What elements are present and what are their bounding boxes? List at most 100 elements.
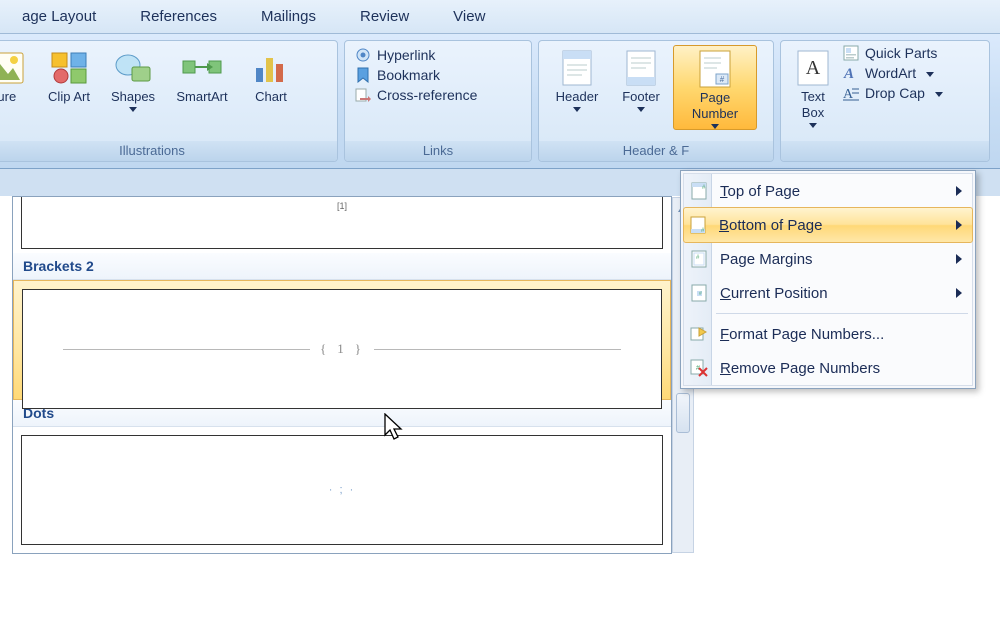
crossref-button[interactable]: Cross-reference <box>355 87 477 103</box>
remove-icon: # <box>689 358 709 378</box>
preview-brackets: {1} <box>310 341 374 357</box>
menu-top-of-page[interactable]: # Top of Page <box>684 174 972 208</box>
page-bottom-icon: # <box>688 215 708 235</box>
clipart-label: Clip Art <box>48 89 90 105</box>
picture-label: ture <box>0 89 16 105</box>
textbox-icon: A <box>797 47 829 89</box>
chart-label: Chart <box>255 89 287 105</box>
quickparts-label: Quick Parts <box>865 45 937 61</box>
submenu-arrow-icon <box>956 220 962 230</box>
textbox-button[interactable]: A Text Box <box>787 45 839 128</box>
gallery-tick: [1] <box>337 201 347 211</box>
group-links: Hyperlink Bookmark Cross-reference Links <box>344 40 532 162</box>
hyperlink-icon <box>355 47 371 63</box>
wordart-label: WordArt <box>865 65 916 81</box>
page-current-icon: # <box>689 283 709 303</box>
bookmark-icon <box>355 67 371 83</box>
bookmark-button[interactable]: Bookmark <box>355 67 477 83</box>
svg-text:A: A <box>806 57 821 79</box>
footer-button[interactable]: Footer <box>609 45 673 123</box>
menu-current-position[interactable]: # Current Position <box>684 276 972 310</box>
smartart-icon <box>182 47 222 89</box>
menu-remove-page-numbers[interactable]: # Remove Page Numbers <box>684 351 972 385</box>
dropdown-icon <box>637 107 645 112</box>
quickparts-button[interactable]: Quick Parts <box>843 45 943 61</box>
header-label: Header <box>556 89 599 105</box>
group-text: A Text Box Quick Parts A WordArt A Drop … <box>780 40 990 162</box>
header-icon <box>562 47 592 89</box>
picture-button[interactable]: ture <box>0 45 37 123</box>
dropcap-label: Drop Cap <box>865 85 925 101</box>
page-number-gallery: [1] Brackets 2 {1} Dots · ; · <box>12 196 672 554</box>
shapes-label: Shapes <box>111 89 155 105</box>
hyperlink-button[interactable]: Hyperlink <box>355 47 477 63</box>
mouse-cursor <box>384 413 406 441</box>
group-illustrations: ture Clip Art Shapes SmartArt <box>0 40 338 162</box>
format-icon <box>689 324 709 344</box>
menu-top-label: Top of Page <box>720 183 800 200</box>
tab-page-layout[interactable]: age Layout <box>0 8 118 25</box>
dropcap-icon: A <box>843 85 859 101</box>
document-content: rd 2010 ordinate with the overall look o <box>690 442 1000 622</box>
group-header-footer: Header Footer # Page Number Header & F <box>538 40 774 162</box>
page-number-icon: # <box>699 48 731 90</box>
gallery-item-dots[interactable]: · ; · <box>21 435 663 545</box>
wordart-button[interactable]: A WordArt <box>843 65 943 81</box>
shapes-button[interactable]: Shapes <box>101 45 165 123</box>
menu-format-page-numbers[interactable]: Format Page Numbers... <box>684 317 972 351</box>
svg-text:#: # <box>720 75 725 84</box>
gallery-item-brackets2[interactable]: {1} <box>13 280 671 400</box>
page-number-menu: # Top of Page # Bottom of Page # Page Ma… <box>680 170 976 389</box>
menu-separator <box>716 313 968 314</box>
footer-icon <box>626 47 656 89</box>
page-margins-icon: # <box>689 249 709 269</box>
menu-margins-label: Page Margins <box>720 251 813 268</box>
group-headerfooter-label: Header & F <box>539 141 773 161</box>
page-top-icon: # <box>689 181 709 201</box>
header-button[interactable]: Header <box>545 45 609 123</box>
dropdown-icon <box>935 92 943 97</box>
menu-remove-label: Remove Page Numbers <box>720 360 880 377</box>
svg-text:#: # <box>699 291 702 297</box>
bookmark-label: Bookmark <box>377 67 440 83</box>
menu-page-margins[interactable]: # Page Margins <box>684 242 972 276</box>
gallery-item-partial[interactable]: [1] <box>21 197 663 249</box>
page-number-button[interactable]: # Page Number <box>673 45 757 130</box>
clipart-icon <box>51 47 87 89</box>
dropdown-icon <box>926 72 934 77</box>
crossref-icon <box>355 87 371 103</box>
dropcap-button[interactable]: A Drop Cap <box>843 85 943 101</box>
preview-page-number: 1 <box>337 341 347 357</box>
gallery-item-brackets2-title: Brackets 2 <box>13 253 671 280</box>
crossref-label: Cross-reference <box>377 87 477 103</box>
tab-mailings[interactable]: Mailings <box>239 8 338 25</box>
quickparts-icon <box>843 45 859 61</box>
hyperlink-label: Hyperlink <box>377 47 435 63</box>
group-text-label <box>781 141 989 161</box>
smartart-button[interactable]: SmartArt <box>165 45 239 123</box>
dropdown-icon <box>711 124 719 129</box>
smartart-label: SmartArt <box>176 89 227 105</box>
menu-bottom-label: Bottom of Page <box>719 217 822 234</box>
clipart-button[interactable]: Clip Art <box>37 45 101 123</box>
dropdown-icon <box>129 107 137 112</box>
submenu-arrow-icon <box>956 288 962 298</box>
tab-review[interactable]: Review <box>338 8 431 25</box>
submenu-arrow-icon <box>956 186 962 196</box>
shapes-icon <box>114 47 152 89</box>
ribbon: ture Clip Art Shapes SmartArt <box>0 34 1000 169</box>
scrollbar-thumb[interactable] <box>676 393 690 433</box>
menu-format-label: Format Page Numbers... <box>720 326 884 343</box>
group-links-label: Links <box>345 141 531 161</box>
picture-icon <box>0 47 24 89</box>
footer-label: Footer <box>622 89 660 105</box>
chart-icon <box>254 47 288 89</box>
textbox-label: Text Box <box>789 89 837 121</box>
wordart-icon: A <box>843 65 859 81</box>
ribbon-tabs: age Layout References Mailings Review Vi… <box>0 0 1000 34</box>
tab-references[interactable]: References <box>118 8 239 25</box>
tab-view[interactable]: View <box>431 8 507 25</box>
dropdown-icon <box>573 107 581 112</box>
chart-button[interactable]: Chart <box>239 45 303 123</box>
menu-bottom-of-page[interactable]: # Bottom of Page <box>683 207 973 243</box>
